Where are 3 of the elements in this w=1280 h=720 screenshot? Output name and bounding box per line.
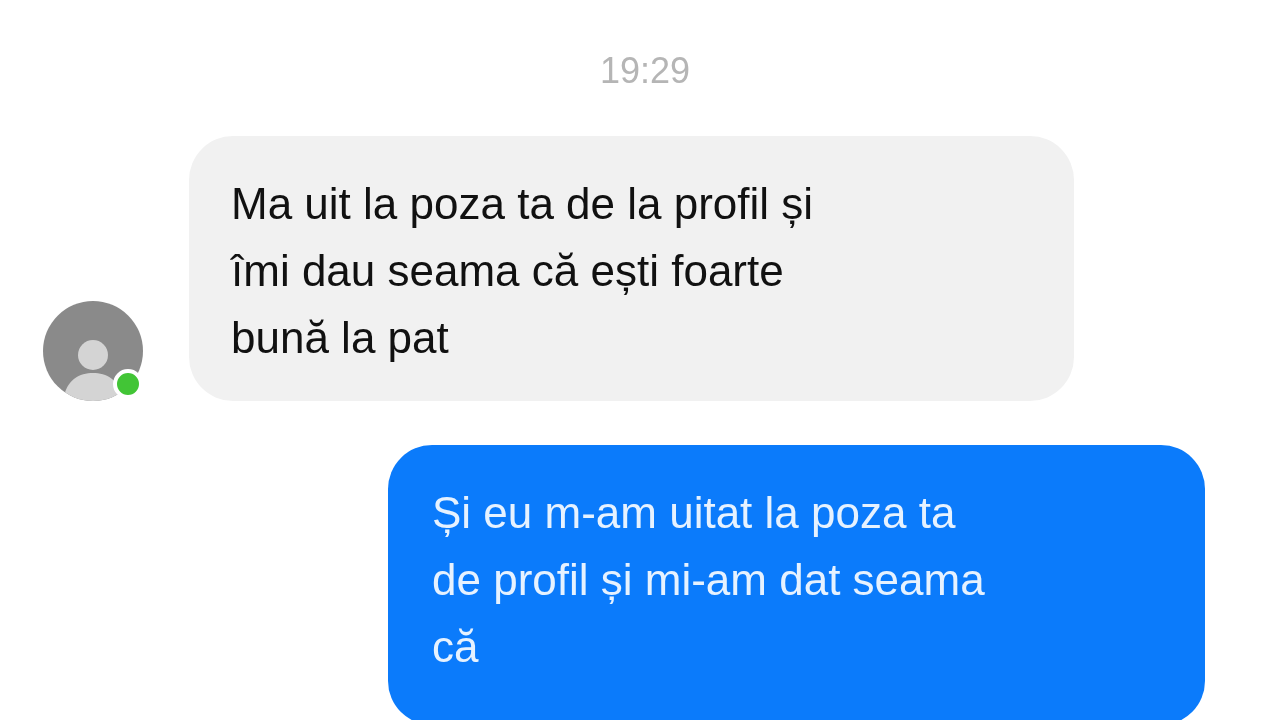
timestamp: 19:29 (599, 50, 691, 92)
sent-message-bubble: Și eu m-am uitat la poza ta de profil și mi-am dat seama că (388, 445, 1205, 720)
received-message-bubble: Ma uit la poza ta de la profil și îmi dau seama că ești foarte bună la pat (189, 136, 1074, 401)
